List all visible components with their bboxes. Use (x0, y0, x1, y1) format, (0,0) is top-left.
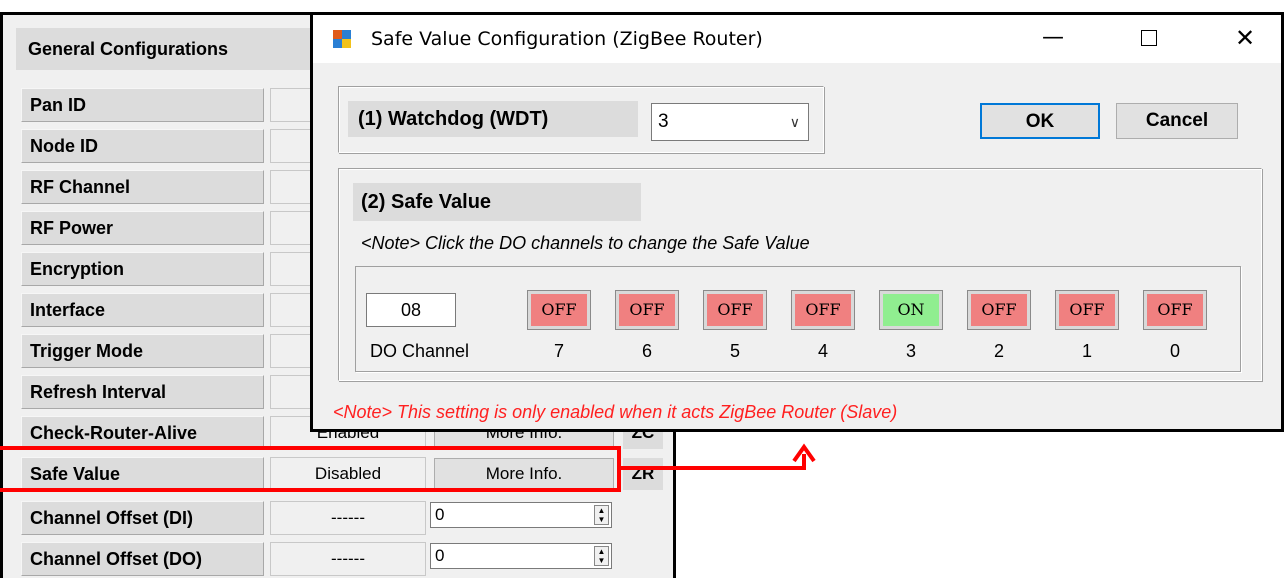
app-icon (333, 30, 351, 48)
do-channel-0-number: 0 (1169, 341, 1180, 361)
do-channel-2-number: 2 (993, 341, 1004, 361)
safe-value-group-label: (2) Safe Value (353, 183, 641, 221)
router-note: <Note> This setting is only enabled when… (333, 402, 898, 422)
do-channel-7-number: 7 (553, 341, 564, 361)
spinner-arrows-icon[interactable]: ▲ ▼ (594, 546, 609, 566)
do-channel-0-button[interactable]: OFF (1143, 290, 1207, 330)
channel-offset-di-label: Channel Offset (DI) (21, 501, 264, 535)
do-channel-7-button[interactable]: OFF (527, 290, 591, 330)
watchdog-label: (1) Watchdog (WDT) (348, 101, 638, 137)
channel-offset-do-spinner[interactable]: 0 ▲ ▼ (430, 543, 612, 569)
watchdog-select-value: 3 (658, 111, 669, 132)
do-channel-6-number: 6 (641, 341, 652, 361)
safe-value-highlight-box (0, 446, 621, 492)
spinner-arrows-icon[interactable]: ▲ ▼ (594, 505, 609, 525)
ok-button[interactable]: OK (980, 103, 1100, 139)
channel-offset-do-spinner-value: 0 (435, 546, 445, 565)
do-channel-4-button[interactable]: OFF (791, 290, 855, 330)
encryption-label: Encryption (21, 252, 264, 286)
interface-label: Interface (21, 293, 264, 327)
refresh-interval-label: Refresh Interval (21, 375, 264, 409)
do-channel-3-number: 3 (905, 341, 916, 361)
maximize-button[interactable] (1119, 15, 1179, 63)
do-channel-label: DO Channel (370, 341, 470, 361)
safe-value-role: ZR (623, 458, 663, 490)
highlight-connector-line (621, 466, 806, 470)
safe-value-dialog: Safe Value Configuration (ZigBee Router)… (310, 12, 1284, 432)
check-router-alive-label: Check-Router-Alive (21, 416, 264, 450)
minimize-button[interactable]: — (1023, 15, 1083, 63)
channel-offset-di-value: ------ (270, 501, 426, 535)
dialog-title: Safe Value Configuration (ZigBee Router) (371, 28, 763, 50)
do-channel-1-button[interactable]: OFF (1055, 290, 1119, 330)
channel-offset-do-label: Channel Offset (DO) (21, 542, 264, 576)
safe-value-note: <Note> Click the DO channels to change t… (361, 233, 810, 253)
chevron-down-icon[interactable]: ∨ (790, 104, 800, 140)
do-channel-5-button[interactable]: OFF (703, 290, 767, 330)
maximize-icon (1141, 30, 1157, 46)
do-channel-4-number: 4 (817, 341, 828, 361)
cancel-button[interactable]: Cancel (1116, 103, 1238, 139)
do-channel-1-number: 1 (1081, 341, 1092, 361)
pan-id-label: Pan ID (21, 88, 264, 122)
channel-offset-do-value: ------ (270, 542, 426, 576)
channel-offset-di-spinner-value: 0 (435, 505, 445, 524)
do-channel-3-button[interactable]: ON (879, 290, 943, 330)
dialog-titlebar[interactable]: Safe Value Configuration (ZigBee Router)… (313, 15, 1281, 63)
channel-offset-di-spinner[interactable]: 0 ▲ ▼ (430, 502, 612, 528)
arrow-up-icon (792, 443, 816, 463)
rf-power-label: RF Power (21, 211, 264, 245)
node-id-label: Node ID (21, 129, 264, 163)
rf-channel-label: RF Channel (21, 170, 264, 204)
do-channel-6-button[interactable]: OFF (615, 290, 679, 330)
safe-value-hex-field[interactable]: 08 (366, 293, 456, 327)
trigger-mode-label: Trigger Mode (21, 334, 264, 368)
close-button[interactable]: ✕ (1215, 15, 1275, 63)
do-channel-2-button[interactable]: OFF (967, 290, 1031, 330)
general-configurations-title: General Configurations (16, 28, 316, 70)
do-channel-5-number: 5 (729, 341, 740, 361)
watchdog-select[interactable]: 3 ∨ (651, 103, 809, 141)
